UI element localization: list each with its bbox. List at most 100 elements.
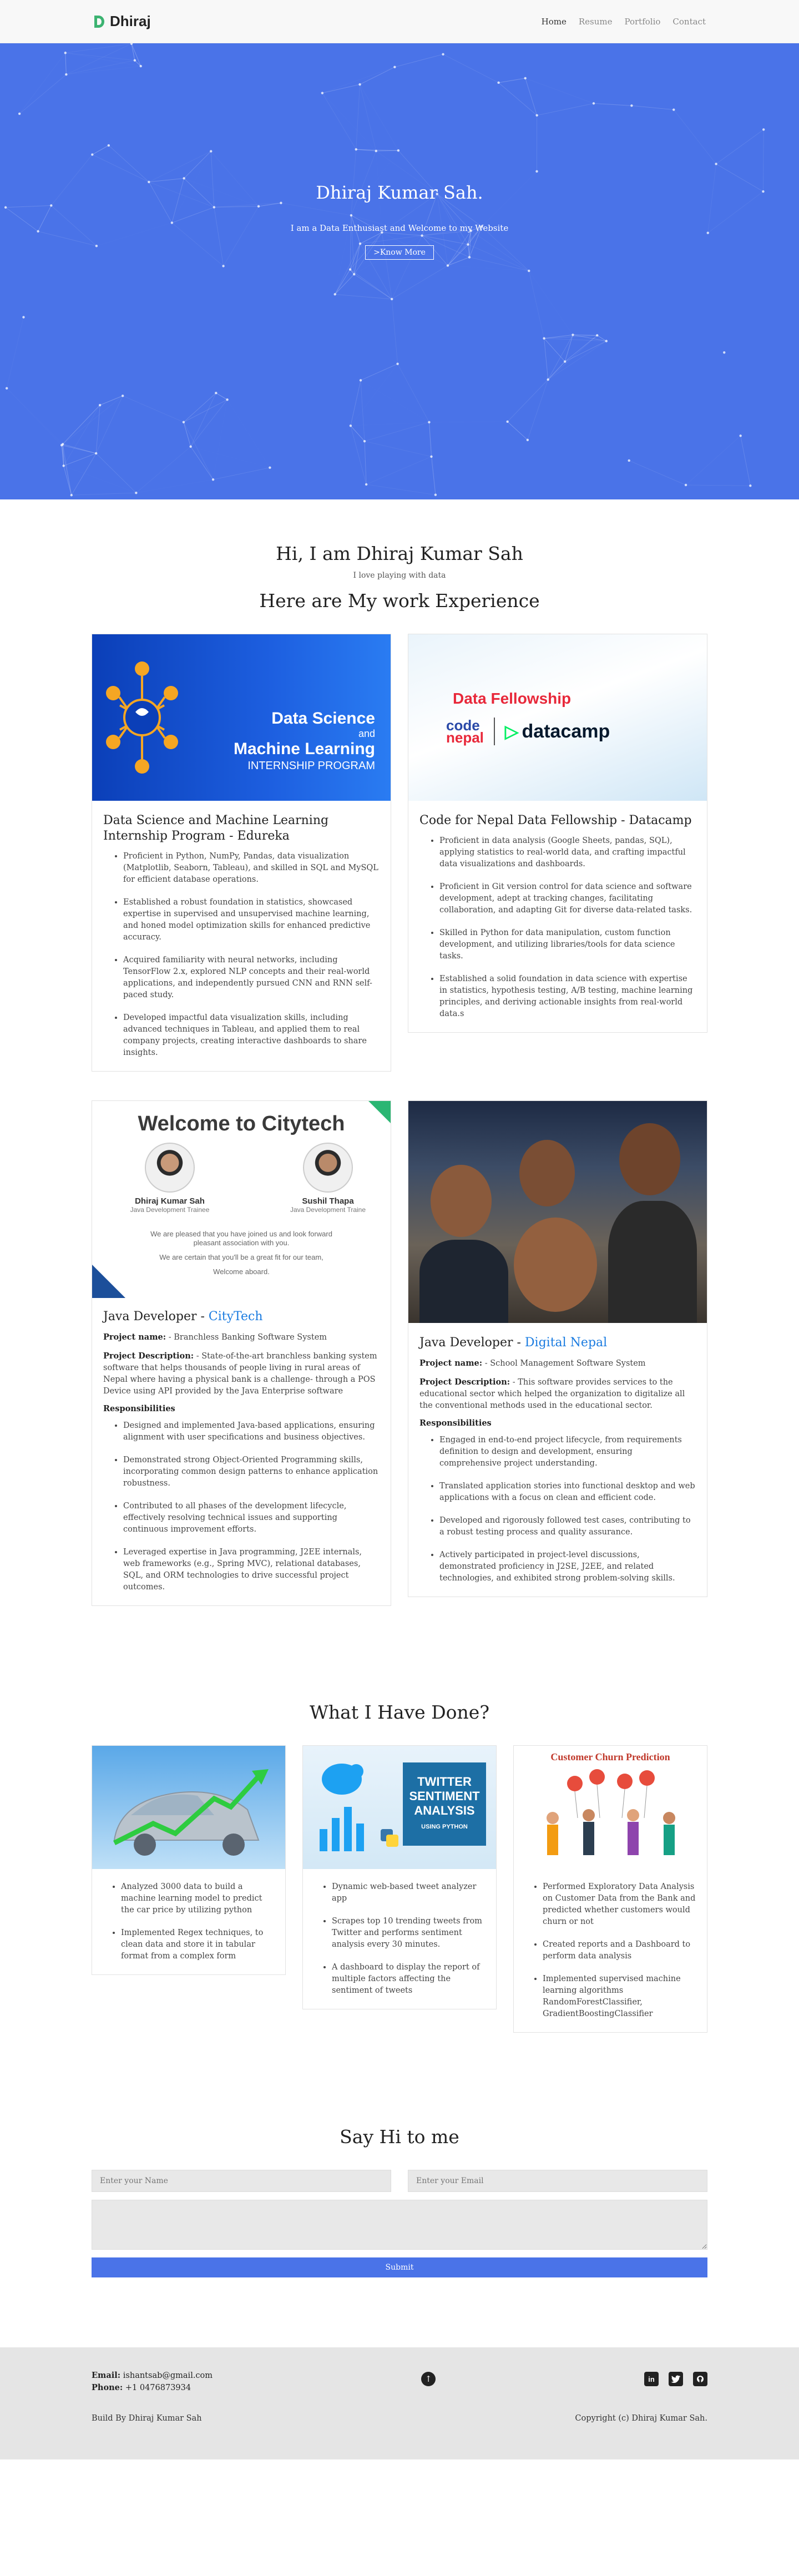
network-node — [358, 83, 361, 86]
network-node — [605, 340, 608, 342]
network-link — [65, 53, 67, 75]
network-link — [740, 436, 751, 486]
car-growth-icon — [113, 1769, 269, 1856]
digitalnepal-project-description: Project Description: - This software pro… — [419, 1376, 696, 1412]
edureka-image-title-4: INTERNSHIP PROGRAM — [247, 760, 375, 772]
network-node — [393, 65, 396, 68]
edureka-banner-image: Data Science and Machine Learning INTERN… — [92, 634, 391, 801]
experience-card-citytech: Welcome to Citytech Dhiraj Kumar Sah Jav… — [92, 1100, 391, 1606]
network-link — [361, 380, 429, 422]
responsibilities-label: Responsibilities — [419, 1418, 492, 1428]
nav-link-portfolio[interactable]: Portfolio — [625, 17, 661, 27]
list-item: Established a solid foundation in data s… — [439, 973, 696, 1020]
digitalnepal-project-name: Project name: - School Management Softwa… — [419, 1357, 696, 1370]
network-link — [335, 294, 392, 300]
project-name-label: Project name: — [419, 1358, 483, 1368]
network-link — [184, 151, 211, 179]
network-node — [434, 493, 437, 496]
codenepal-logo-nepal: nepal — [446, 729, 484, 746]
network-node — [91, 153, 94, 156]
know-more-button[interactable]: >Know More — [365, 245, 434, 260]
top-navbar: Dhiraj Home Resume Portfolio Contact — [0, 0, 799, 43]
network-node — [215, 391, 218, 395]
experience-heading: Here are My work Experience — [259, 590, 540, 612]
network-link — [149, 151, 211, 183]
citytech-project-description: Project Description: - State-of-the-art … — [103, 1350, 380, 1397]
twitter-img-line-4: USING PYTHON — [421, 1824, 468, 1830]
list-item: Scrapes top 10 trending tweets from Twit… — [332, 1916, 486, 1951]
github-icon[interactable] — [692, 2372, 707, 2386]
network-link — [92, 154, 149, 183]
digitalnepal-link[interactable]: Digital Nepal — [525, 1336, 607, 1350]
network-link — [61, 445, 72, 496]
submit-button[interactable]: Submit — [92, 2257, 707, 2277]
network-node — [349, 424, 352, 427]
network-link — [213, 467, 270, 480]
project-desc-label: Project Description: — [103, 1351, 194, 1361]
copyright-text: Copyright (c) Dhiraj Kumar Sah. — [575, 2414, 707, 2423]
network-link — [19, 53, 65, 114]
network-link — [71, 492, 136, 496]
list-item: Skilled in Python for data manipulation,… — [439, 927, 696, 962]
network-link — [391, 299, 398, 364]
network-link — [673, 109, 716, 164]
photo-person-2 — [519, 1140, 575, 1206]
citytech-link[interactable]: CityTech — [209, 1310, 263, 1324]
list-item: Designed and implemented Java-based appl… — [123, 1420, 380, 1443]
network-link — [366, 484, 436, 496]
list-item: Acquired familiarity with neural network… — [123, 954, 380, 1001]
network-node — [723, 351, 726, 354]
footer: Email: ishantsab@gmail.com Phone: +1 047… — [0, 2347, 799, 2459]
network-link — [397, 363, 429, 423]
experience-card-digitalnepal: Java Developer - Digital Nepal Project n… — [408, 1100, 707, 1597]
nav-link-home[interactable]: Home — [542, 17, 567, 27]
nav-links: Home Resume Portfolio Contact — [542, 17, 706, 27]
nav-link-contact[interactable]: Contact — [672, 17, 706, 27]
person2-role: Java Development Traine — [290, 1206, 366, 1214]
network-link — [360, 363, 398, 381]
photo-person-4 — [514, 1218, 597, 1312]
name-input[interactable] — [92, 2170, 391, 2192]
network-link — [525, 78, 594, 104]
message-textarea[interactable] — [92, 2200, 707, 2250]
citytech-image-heading: Welcome to Citytech — [138, 1112, 345, 1135]
network-node — [497, 81, 500, 84]
edureka-list: Proficient in Python, NumPy, Pandas, dat… — [103, 851, 380, 1059]
email-input[interactable] — [408, 2170, 707, 2192]
nav-link-resume[interactable]: Resume — [579, 17, 613, 27]
person1-name: Dhiraj Kumar Sah — [135, 1196, 205, 1206]
brand-name: Dhiraj — [110, 13, 151, 29]
citytech-list: Designed and implemented Java-based appl… — [103, 1420, 380, 1593]
network-link — [149, 178, 184, 183]
network-link — [548, 335, 573, 380]
network-link — [63, 405, 100, 466]
list-item: Analyzed 3000 data to build a machine le… — [121, 1881, 275, 1916]
network-link — [322, 67, 395, 93]
network-node — [135, 491, 138, 494]
network-node — [592, 102, 595, 105]
network-link — [356, 84, 361, 150]
network-link — [351, 422, 429, 426]
network-node — [183, 177, 185, 180]
network-link — [136, 479, 213, 493]
list-item: Demonstrated strong Object-Oriented Prog… — [123, 1454, 380, 1489]
network-link — [71, 453, 97, 496]
hero-section: Dhiraj Kumar Sah. I am a Data Enthusiast… — [0, 43, 799, 499]
network-node — [62, 464, 65, 467]
project-card-car-price: Analyzed 3000 data to build a machine le… — [92, 1745, 286, 1975]
project-card-twitter: TWITTER SENTIMENT ANALYSIS USING PYTHON … — [302, 1745, 497, 2009]
network-node — [528, 269, 530, 272]
network-node — [506, 420, 509, 423]
contact-heading: Say Hi to me — [340, 2126, 459, 2148]
network-link — [685, 435, 741, 486]
linkedin-icon[interactable]: in — [644, 2372, 659, 2386]
brand[interactable]: Dhiraj — [93, 13, 151, 30]
digitalnepal-list: Engaged in end-to-end project lifecycle,… — [419, 1435, 696, 1584]
list-item: Developed and rigorously followed test c… — [439, 1515, 696, 1538]
network-link — [190, 392, 216, 447]
list-item: Leveraged expertise in Java programming,… — [123, 1547, 380, 1593]
twitter-icon[interactable] — [668, 2372, 683, 2386]
network-link — [431, 456, 436, 495]
team-selfie-photo — [408, 1101, 707, 1323]
arrow-up-icon[interactable]: ↑ — [421, 2372, 436, 2386]
